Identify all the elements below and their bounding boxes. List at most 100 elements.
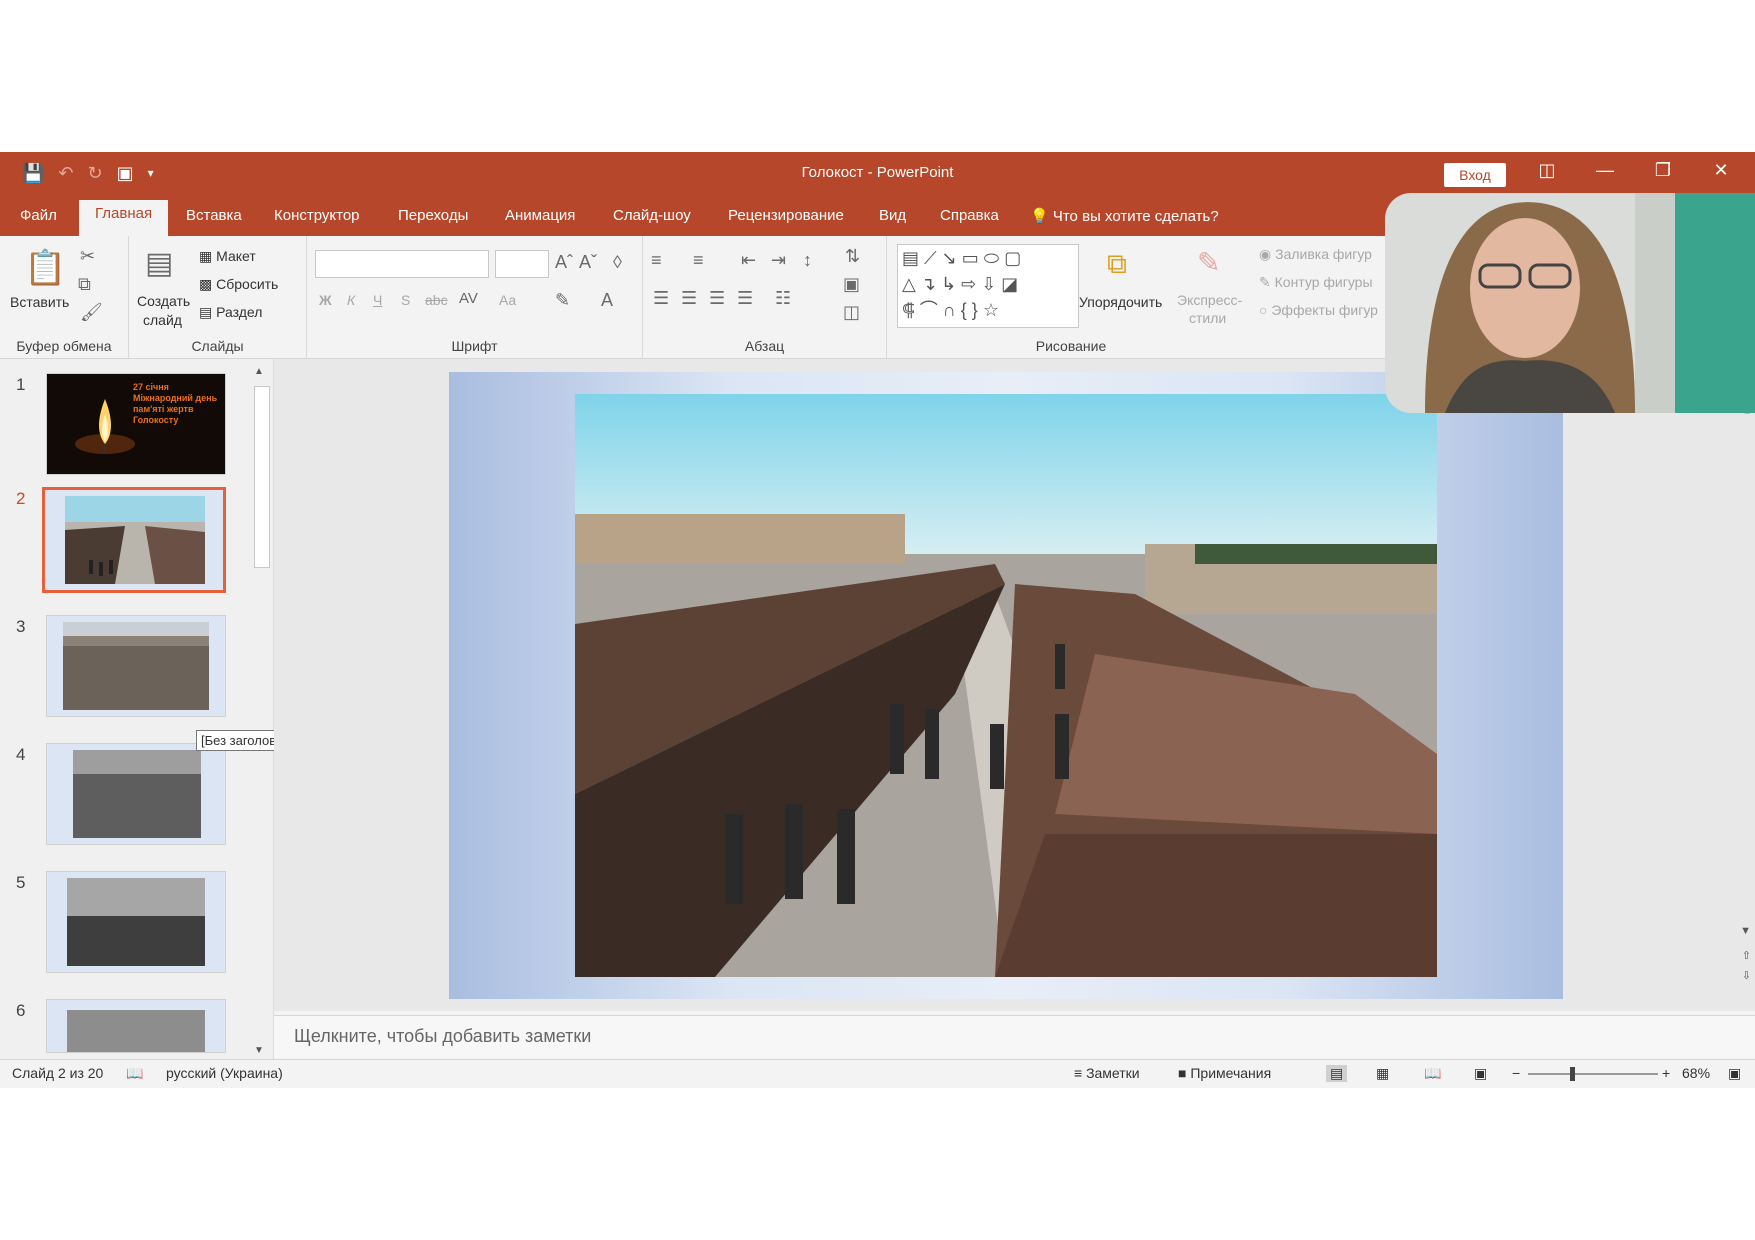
thumbnails-scrollbar[interactable]: ▲ ▼ xyxy=(252,366,270,1056)
textbox-shape-icon[interactable]: ▤ xyxy=(902,248,919,268)
tab-insert[interactable]: Вставка xyxy=(186,207,242,224)
comments-toggle[interactable]: ■ Примечания xyxy=(1178,1065,1271,1081)
slide-thumbnail-3[interactable] xyxy=(46,615,226,717)
previous-slide-icon[interactable]: ⇧ xyxy=(1742,949,1751,962)
character-spacing-icon[interactable]: AV xyxy=(459,290,478,307)
shadow-button[interactable]: S xyxy=(401,292,410,308)
paste-icon[interactable]: 📋 xyxy=(24,248,66,288)
tab-file[interactable]: Файл xyxy=(20,207,57,224)
line-shape-icon[interactable]: ⟋ xyxy=(924,248,937,268)
brace-left-shape-icon[interactable]: { xyxy=(961,300,967,320)
language-indicator[interactable]: русский (Украина) xyxy=(166,1065,283,1081)
increase-indent-icon[interactable]: ⇥ xyxy=(771,250,786,271)
shape-effects-button[interactable]: ○ Эффекты фигур xyxy=(1259,302,1378,318)
copy-icon[interactable]: ⧉ xyxy=(78,274,91,295)
close-icon[interactable]: ✕ xyxy=(1706,160,1736,181)
decrease-font-icon[interactable]: Aˇ xyxy=(579,252,597,273)
layout-button[interactable]: ▦ Макет xyxy=(199,248,256,265)
zoom-level[interactable]: 68% xyxy=(1682,1065,1710,1081)
scroll-up-icon[interactable]: ▲ xyxy=(254,366,264,377)
tab-design[interactable]: Конструктор xyxy=(274,207,360,224)
slide-sorter-icon[interactable]: ▦ xyxy=(1376,1065,1389,1082)
tab-home[interactable]: Главная xyxy=(79,200,169,236)
minimize-icon[interactable]: — xyxy=(1590,160,1620,181)
numbering-icon[interactable]: ≡ xyxy=(693,250,704,271)
bold-button[interactable]: Ж xyxy=(319,292,332,308)
curve-shape-icon[interactable]: ⌒ xyxy=(920,300,938,320)
tab-view[interactable]: Вид xyxy=(879,207,906,224)
clear-formatting-icon[interactable]: ◊ xyxy=(613,252,622,273)
font-name-combo[interactable] xyxy=(315,250,489,278)
underline-button[interactable]: Ч xyxy=(373,292,382,308)
columns-icon[interactable]: ☷ xyxy=(775,288,791,309)
font-size-combo[interactable] xyxy=(495,250,549,278)
text-direction-icon[interactable]: ⇅ xyxy=(845,246,860,267)
elbow-shape-icon[interactable]: ↳ xyxy=(941,274,956,294)
notes-placeholder[interactable]: Щелкните, чтобы добавить заметки xyxy=(294,1026,591,1047)
shapes-gallery[interactable]: ▤ ⟋ ↘ ▭ ⬭ ▢ △ ↴ ↳ ⇨ ⇩ ◪ ⸿ ⌒ ∩ { } ☆ xyxy=(897,244,1079,328)
rounded-rect-shape-icon[interactable]: ▢ xyxy=(1004,248,1021,268)
flowchart-shape-icon[interactable]: ◪ xyxy=(1001,274,1018,294)
decrease-indent-icon[interactable]: ⇤ xyxy=(741,250,756,271)
normal-view-icon[interactable]: ▤ xyxy=(1326,1065,1348,1082)
arrange-icon[interactable]: ⧉ xyxy=(1107,248,1127,281)
paste-button[interactable]: Вставить xyxy=(10,294,69,310)
zoom-out-icon[interactable]: − xyxy=(1512,1065,1520,1081)
triangle-shape-icon[interactable]: △ xyxy=(902,274,916,294)
reset-button[interactable]: ▩ Сбросить xyxy=(199,276,278,293)
scroll-down-icon[interactable]: ▼ xyxy=(254,1045,264,1056)
bullets-icon[interactable]: ≡ xyxy=(651,250,662,271)
increase-font-icon[interactable]: Aˆ xyxy=(555,252,573,273)
change-case-button[interactable]: Aa xyxy=(499,292,516,308)
zoom-in-icon[interactable]: + xyxy=(1662,1065,1670,1081)
quick-styles-label-1[interactable]: Экспресс- xyxy=(1177,292,1242,308)
highlight-icon[interactable]: ✎ xyxy=(555,290,570,311)
shape-outline-button[interactable]: ✎ Контур фигуры xyxy=(1259,274,1373,291)
ribbon-display-options-icon[interactable]: ◫ xyxy=(1532,160,1562,181)
arrow-shape-icon[interactable]: ↘ xyxy=(942,248,957,268)
slide-thumbnail-4[interactable] xyxy=(46,743,226,845)
oval-shape-icon[interactable]: ⬭ xyxy=(984,248,999,268)
tab-animations[interactable]: Анимация xyxy=(505,207,575,224)
scrollbar-thumb[interactable] xyxy=(254,386,270,568)
slide-thumbnail-1[interactable]: 27 січня Міжнародний день пам'яті жертв … xyxy=(46,373,226,475)
new-slide-label-1[interactable]: Создать xyxy=(137,293,190,309)
slide-thumbnail-6[interactable] xyxy=(46,999,226,1053)
arrange-button[interactable]: Упорядочить xyxy=(1079,294,1162,310)
shape-fill-button[interactable]: ◉ Заливка фигур xyxy=(1259,246,1372,263)
italic-button[interactable]: К xyxy=(347,292,355,308)
align-right-icon[interactable]: ☰ xyxy=(709,288,725,309)
rectangle-shape-icon[interactable]: ▭ xyxy=(962,248,979,268)
sign-in-button[interactable]: Вход xyxy=(1444,163,1506,187)
slideshow-view-icon[interactable]: ▣ xyxy=(1474,1065,1487,1082)
slide-thumbnail-5[interactable] xyxy=(46,871,226,973)
align-left-icon[interactable]: ☰ xyxy=(653,288,669,309)
line-spacing-icon[interactable]: ↕ xyxy=(803,250,812,271)
section-button[interactable]: ▤ Раздел xyxy=(199,304,262,321)
slide-thumbnail-2[interactable] xyxy=(42,487,226,593)
tab-transitions[interactable]: Переходы xyxy=(398,207,468,224)
zoom-slider[interactable] xyxy=(1528,1067,1658,1081)
connector-shape-icon[interactable]: ↴ xyxy=(921,274,936,294)
restore-icon[interactable]: ❐ xyxy=(1648,160,1678,181)
arc-shape-icon[interactable]: ∩ xyxy=(943,300,956,320)
align-text-icon[interactable]: ▣ xyxy=(843,274,860,295)
new-slide-icon[interactable]: ▤ xyxy=(145,246,173,281)
justify-icon[interactable]: ☰ xyxy=(737,288,753,309)
star-shape-icon[interactable]: ☆ xyxy=(983,300,999,320)
notes-toggle[interactable]: ≡ Заметки xyxy=(1074,1065,1140,1081)
new-slide-label-2[interactable]: слайд xyxy=(143,312,182,328)
zoom-slider-thumb[interactable] xyxy=(1570,1067,1575,1081)
smartart-icon[interactable]: ◫ xyxy=(843,302,860,323)
notes-pane[interactable]: Щелкните, чтобы добавить заметки xyxy=(274,1015,1755,1058)
tab-help[interactable]: Справка xyxy=(940,207,999,224)
next-slide-icon[interactable]: ⇩ xyxy=(1742,969,1751,982)
fit-to-window-icon[interactable]: ▣ xyxy=(1728,1065,1741,1082)
canvas-scroll-down-icon[interactable]: ▼ xyxy=(1740,925,1751,937)
tab-slideshow[interactable]: Слайд-шоу xyxy=(613,207,691,224)
align-center-icon[interactable]: ☰ xyxy=(681,288,697,309)
font-color-icon[interactable]: A xyxy=(601,290,613,311)
down-arrow-shape-icon[interactable]: ⇩ xyxy=(981,274,996,294)
right-arrow-shape-icon[interactable]: ⇨ xyxy=(961,274,976,294)
quick-styles-label-2[interactable]: стили xyxy=(1189,310,1226,326)
